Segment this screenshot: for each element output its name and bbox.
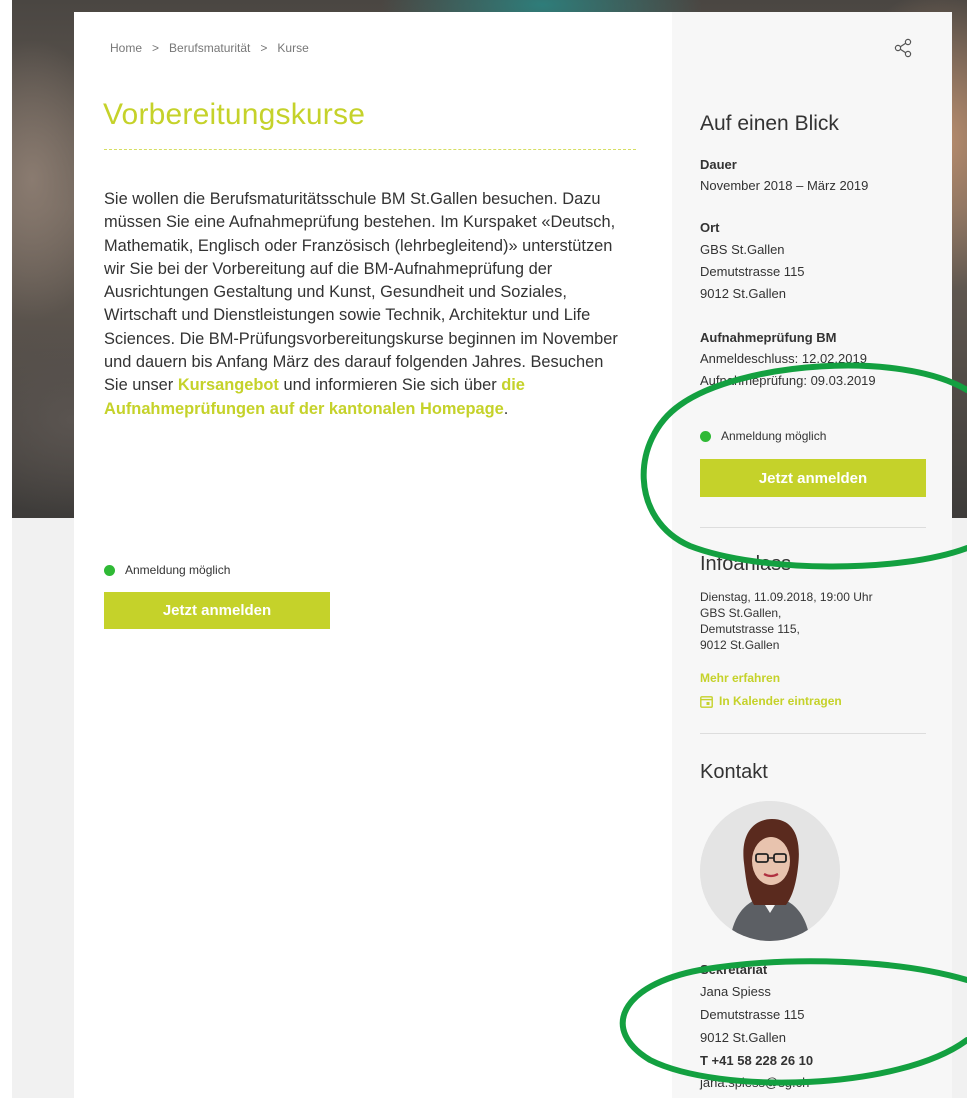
exam-label: Aufnahmeprüfung BM [700, 330, 837, 345]
sidebar-registration-status: Anmeldung möglich [700, 429, 826, 443]
duration-label: Dauer [700, 157, 737, 172]
breadcrumb-separator: > [152, 41, 160, 55]
status-dot-icon [700, 430, 711, 442]
contact-heading: Kontakt [700, 761, 768, 783]
add-to-calendar-label: In Kalender eintragen [719, 694, 842, 708]
title-divider [104, 149, 636, 150]
page-title: Vorbereitungskurse [103, 98, 366, 131]
share-icon[interactable] [893, 38, 913, 58]
register-now-button[interactable]: Jetzt anmelden [104, 592, 330, 629]
kursangebot-link[interactable]: Kursangebot [178, 376, 279, 394]
place-line: GBS St.Gallen [700, 242, 785, 257]
contact-name: Jana Spiess [700, 984, 771, 999]
contact-phone[interactable]: T +41 58 228 26 10 [700, 1053, 813, 1068]
breadcrumb-current: Kurse [277, 41, 309, 55]
info-event-line: Demutstrasse 115, [700, 622, 800, 636]
intro-text: . [503, 399, 509, 418]
sidebar-register-now-button[interactable]: Jetzt anmelden [700, 459, 926, 497]
registration-status-label: Anmeldung möglich [125, 563, 231, 577]
main-content-card [74, 12, 672, 1098]
breadcrumb-separator: > [260, 41, 268, 55]
intro-text: Sie wollen die Berufsmaturitätsschule BM… [104, 190, 618, 395]
info-event-line: 9012 St.Gallen [700, 638, 780, 652]
breadcrumb: Home > Berufsmaturität > Kurse [110, 41, 309, 55]
glance-heading: Auf einen Blick [700, 112, 839, 135]
sidebar-divider [700, 733, 926, 734]
calendar-icon [700, 695, 713, 708]
contact-street: Demutstrasse 115 [700, 1007, 805, 1022]
place-line: 9012 St.Gallen [700, 286, 787, 301]
sidebar-registration-status-label: Anmeldung möglich [721, 429, 827, 443]
contact-portrait [700, 801, 840, 941]
info-event-line: Dienstag, 11.09.2018, 19:00 Uhr [700, 590, 873, 604]
sidebar-divider [700, 527, 926, 528]
add-to-calendar-link[interactable]: In Kalender eintragen [700, 694, 842, 708]
intro-text: und informieren Sie sich über [278, 376, 502, 395]
breadcrumb-berufsmaturitaet[interactable]: Berufsmaturität [169, 41, 250, 55]
place-label: Ort [700, 220, 720, 235]
duration-value: November 2018 – März 2019 [700, 178, 869, 193]
info-event-heading: Infoanlass [700, 553, 792, 575]
intro-paragraph: Sie wollen die Berufsmaturitätsschule BM… [104, 188, 624, 421]
registration-status: Anmeldung möglich [104, 563, 230, 577]
exam-deadline: Anmeldeschluss: 12.02.2019 [700, 351, 867, 366]
contact-role: Sekretariat [700, 962, 768, 977]
contact-city: 9012 St.Gallen [700, 1030, 787, 1045]
exam-date: Aufnahmeprüfung: 09.03.2019 [700, 373, 876, 388]
more-info-link[interactable]: Mehr erfahren [700, 671, 780, 685]
contact-email-link[interactable]: jana.spiess@sg.ch [700, 1072, 809, 1094]
breadcrumb-home[interactable]: Home [110, 41, 142, 55]
place-line: Demutstrasse 115 [700, 264, 805, 279]
status-dot-icon [104, 564, 115, 576]
info-event-line: GBS St.Gallen, [700, 606, 782, 620]
avatar [700, 801, 840, 941]
